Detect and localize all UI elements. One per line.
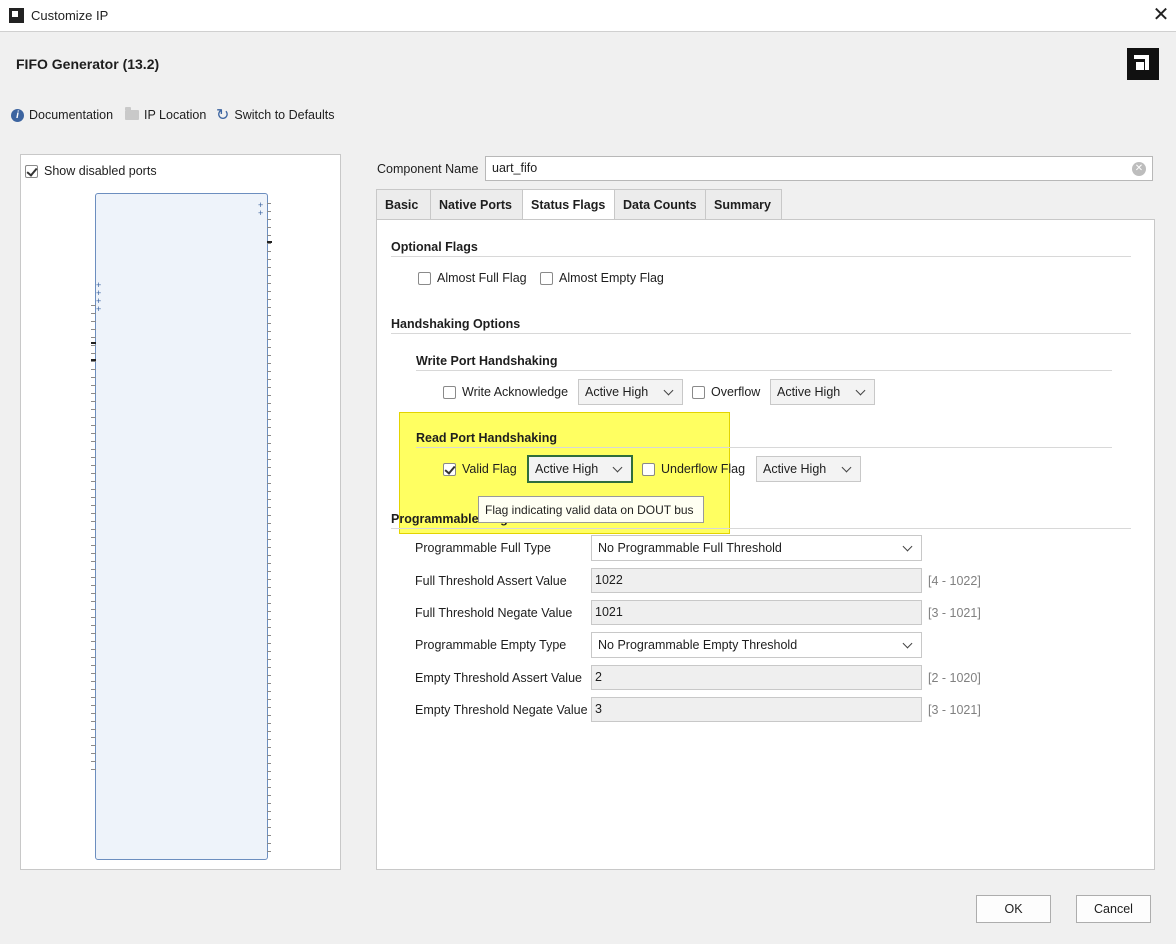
documentation-button[interactable]: i Documentation: [11, 108, 113, 122]
empty-negate-range: [3 - 1021]: [928, 703, 981, 717]
valid-flag-polarity-value: Active High: [535, 462, 599, 476]
tooltip: Flag indicating valid data on DOUT bus: [478, 496, 704, 523]
expand-pin-icon[interactable]: + + + +: [96, 281, 101, 314]
valid-flag-row[interactable]: Valid Flag: [443, 462, 517, 476]
almost-full-row[interactable]: Almost Full Flag: [418, 271, 527, 285]
underflow-polarity-select[interactable]: Active High: [756, 456, 861, 482]
empty-negate-field[interactable]: 3: [591, 697, 922, 722]
divider: [391, 528, 1131, 529]
chevron-down-icon: [855, 385, 866, 395]
show-disabled-ports-row[interactable]: Show disabled ports: [25, 164, 157, 178]
input-pins: [91, 305, 96, 775]
switch-defaults-button[interactable]: ↻ Switch to Defaults: [216, 106, 335, 124]
ip-symbol-block: [95, 193, 268, 860]
folder-icon: [125, 107, 139, 120]
output-pins: [267, 203, 271, 853]
tab-basic[interactable]: Basic: [376, 189, 431, 220]
title-bar: Customize IP ✕: [0, 0, 1176, 32]
underflow-checkbox[interactable]: [642, 462, 655, 476]
component-name-value: uart_fifo: [492, 161, 538, 175]
underflow-polarity-value: Active High: [763, 462, 827, 476]
app-icon: [9, 8, 24, 23]
empty-assert-label: Empty Threshold Assert Value: [415, 671, 582, 685]
almost-empty-checkbox[interactable]: [540, 271, 553, 285]
almost-full-label: Almost Full Flag: [437, 271, 527, 285]
prog-full-type-label: Programmable Full Type: [415, 541, 551, 555]
full-assert-range: [4 - 1022]: [928, 574, 981, 588]
full-assert-field[interactable]: 1022: [591, 568, 922, 593]
pin-marker: [91, 359, 96, 361]
cancel-button[interactable]: Cancel: [1076, 895, 1151, 923]
show-disabled-ports-label: Show disabled ports: [44, 164, 157, 178]
write-ack-label: Write Acknowledge: [462, 385, 569, 399]
symbol-panel: Show disabled ports + + + + + +: [20, 154, 341, 870]
overflow-polarity-select[interactable]: Active High: [770, 379, 875, 405]
full-negate-range: [3 - 1021]: [928, 606, 981, 620]
prog-full-type-select[interactable]: No Programmable Full Threshold: [591, 535, 922, 561]
underflow-row[interactable]: Underflow Flag: [642, 462, 745, 476]
tab-status-flags[interactable]: Status Flags: [522, 189, 615, 221]
empty-negate-label: Empty Threshold Negate Value: [415, 703, 588, 717]
ip-location-button[interactable]: IP Location: [125, 107, 207, 122]
full-negate-field[interactable]: 1021: [591, 600, 922, 625]
tab-summary[interactable]: Summary: [705, 189, 782, 220]
write-port-heading: Write Port Handshaking: [416, 354, 558, 368]
component-name-input[interactable]: uart_fifo ✕: [485, 156, 1153, 181]
chevron-down-icon: [902, 541, 913, 551]
amd-logo-icon: [1127, 48, 1159, 80]
divider: [391, 333, 1131, 334]
empty-assert-field[interactable]: 2: [591, 665, 922, 690]
prog-empty-type-label: Programmable Empty Type: [415, 638, 567, 652]
refresh-icon: ↻: [216, 106, 230, 124]
optional-flags-heading: Optional Flags: [391, 240, 478, 254]
valid-flag-polarity-select[interactable]: Active High: [527, 455, 633, 483]
overflow-row[interactable]: Overflow: [692, 385, 760, 399]
prog-empty-type-value: No Programmable Empty Threshold: [598, 638, 798, 652]
overflow-polarity-value: Active High: [777, 385, 841, 399]
window-title: Customize IP: [31, 8, 109, 23]
almost-empty-row[interactable]: Almost Empty Flag: [540, 271, 664, 285]
documentation-label: Documentation: [29, 108, 114, 122]
write-ack-row[interactable]: Write Acknowledge: [443, 385, 568, 399]
pin-marker: [91, 342, 96, 344]
close-icon[interactable]: ✕: [1148, 2, 1174, 28]
divider: [416, 370, 1112, 371]
divider: [391, 256, 1131, 257]
underflow-label: Underflow Flag: [661, 462, 746, 476]
chevron-down-icon: [902, 638, 913, 648]
prog-full-type-value: No Programmable Full Threshold: [598, 541, 782, 555]
switch-defaults-label: Switch to Defaults: [234, 108, 335, 122]
overflow-checkbox[interactable]: [692, 385, 705, 399]
write-ack-polarity-select[interactable]: Active High: [578, 379, 683, 405]
tab-data-counts[interactable]: Data Counts: [614, 189, 706, 220]
ip-location-label: IP Location: [144, 108, 207, 122]
info-icon: i: [11, 108, 24, 122]
page-title: FIFO Generator (13.2): [16, 56, 160, 72]
pin-marker: [267, 241, 272, 243]
ok-button[interactable]: OK: [976, 895, 1051, 923]
expand-pin-icon[interactable]: + +: [258, 201, 263, 218]
chevron-down-icon: [841, 462, 852, 472]
clear-icon[interactable]: ✕: [1132, 162, 1146, 176]
chevron-down-icon: [612, 462, 623, 472]
write-ack-polarity-value: Active High: [585, 385, 649, 399]
show-disabled-ports-checkbox[interactable]: [25, 164, 38, 178]
valid-flag-checkbox[interactable]: [443, 462, 456, 476]
overflow-label: Overflow: [711, 385, 761, 399]
empty-assert-range: [2 - 1020]: [928, 671, 981, 685]
chevron-down-icon: [663, 385, 674, 395]
full-assert-label: Full Threshold Assert Value: [415, 574, 567, 588]
tab-native-ports[interactable]: Native Ports: [430, 189, 523, 220]
tab-bar: Basic Native Ports Status Flags Data Cou…: [376, 189, 782, 221]
write-ack-checkbox[interactable]: [443, 385, 456, 399]
divider: [416, 447, 1112, 448]
prog-empty-type-select[interactable]: No Programmable Empty Threshold: [591, 632, 922, 658]
almost-full-checkbox[interactable]: [418, 271, 431, 285]
almost-empty-label: Almost Empty Flag: [559, 271, 664, 285]
full-negate-label: Full Threshold Negate Value: [415, 606, 573, 620]
handshaking-heading: Handshaking Options: [391, 317, 521, 331]
read-port-heading: Read Port Handshaking: [416, 431, 557, 445]
component-name-label: Component Name: [377, 162, 479, 176]
valid-flag-label: Valid Flag: [462, 462, 517, 476]
